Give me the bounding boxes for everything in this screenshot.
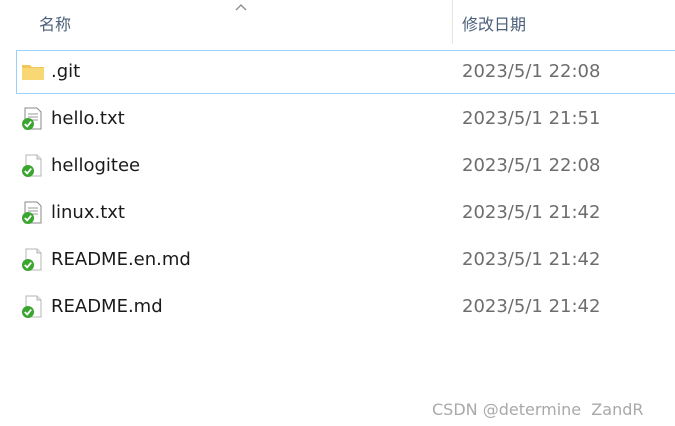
file-synced-icon (20, 154, 46, 178)
file-row[interactable]: .git 2023/5/1 22:08 (16, 50, 675, 94)
file-modified-date: 2023/5/1 21:51 (462, 108, 601, 129)
column-header-name-label: 名称 (39, 15, 72, 34)
file-name: linux.txt (51, 202, 125, 223)
file-name: hello.txt (51, 108, 125, 129)
file-modified-date: 2023/5/1 21:42 (462, 296, 601, 317)
file-synced-icon (20, 248, 46, 272)
file-row[interactable]: linux.txt 2023/5/1 21:42 (16, 191, 675, 235)
file-modified-date: 2023/5/1 21:42 (462, 202, 601, 223)
file-name: README.md (51, 296, 163, 317)
column-header-bar: 名称 修改日期 (0, 0, 675, 44)
text-file-synced-icon (20, 201, 46, 225)
folder-icon (20, 60, 46, 84)
file-row[interactable]: README.en.md 2023/5/1 21:42 (16, 238, 675, 282)
file-row[interactable]: README.md 2023/5/1 21:42 (16, 285, 675, 329)
text-file-synced-icon (20, 107, 46, 131)
column-header-date[interactable]: 修改日期 (453, 0, 675, 44)
sort-ascending-icon (235, 4, 247, 11)
file-modified-date: 2023/5/1 22:08 (462, 155, 601, 176)
file-name: README.en.md (51, 249, 191, 270)
file-synced-icon (20, 295, 46, 319)
file-row[interactable]: hello.txt 2023/5/1 21:51 (16, 97, 675, 141)
file-name: hellogitee (51, 155, 141, 176)
file-row[interactable]: hellogitee 2023/5/1 22:08 (16, 144, 675, 188)
file-modified-date: 2023/5/1 22:08 (462, 61, 601, 82)
column-header-name[interactable]: 名称 (0, 0, 452, 44)
file-modified-date: 2023/5/1 21:42 (462, 249, 601, 270)
watermark: CSDN @determine ZandR (432, 400, 644, 419)
column-header-date-label: 修改日期 (462, 15, 527, 34)
file-name: .git (51, 61, 81, 82)
